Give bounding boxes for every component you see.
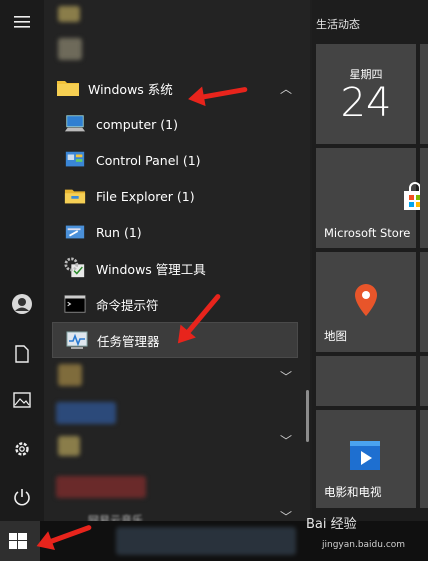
- app-item-label: Run (1): [96, 224, 142, 240]
- movies-tv-tile[interactable]: 电影和电视: [316, 410, 416, 508]
- tile-partial[interactable]: [420, 356, 428, 406]
- app-item-label: File Explorer (1): [96, 188, 195, 204]
- folder-icon: [57, 81, 79, 96]
- movies-tile-label: 电影和电视: [324, 485, 382, 499]
- blurred-app-icon: [58, 436, 80, 456]
- tile-partial[interactable]: [420, 410, 428, 508]
- command-prompt-icon: [64, 295, 86, 313]
- blurred-app-icon: [58, 38, 82, 60]
- computer-icon: [64, 115, 86, 132]
- map-pin-icon: [355, 284, 377, 316]
- app-item-label: 命令提示符: [96, 297, 159, 313]
- calendar-day: 24: [340, 80, 392, 126]
- blurred-app-icon: [56, 402, 116, 424]
- blurred-taskbar-icons: [116, 527, 296, 555]
- baidu-watermark-url: jingyan.baidu.com: [322, 540, 406, 550]
- app-item-label: computer (1): [96, 116, 178, 132]
- tile-blank[interactable]: [316, 356, 416, 406]
- start-left-rail: [0, 0, 44, 561]
- chevron-up-icon[interactable]: ︿: [280, 80, 292, 97]
- app-item-label: Control Panel (1): [96, 152, 201, 168]
- calendar-tile[interactable]: 星期四 24: [316, 44, 416, 144]
- hamburger-menu-icon[interactable]: [6, 6, 38, 38]
- chevron-down-icon[interactable]: ﹀: [280, 368, 292, 385]
- store-tile-label: Microsoft Store: [324, 226, 411, 240]
- task-manager-icon: [66, 331, 88, 349]
- app-item-label: 任务管理器: [97, 333, 160, 349]
- tile-partial[interactable]: [420, 252, 428, 352]
- folder-label: Windows 系统: [88, 81, 173, 97]
- chevron-down-icon[interactable]: ﹀: [280, 432, 292, 449]
- user-avatar-icon[interactable]: [6, 288, 38, 320]
- windows-logo-icon: [9, 533, 27, 549]
- file-explorer-icon: [64, 189, 86, 204]
- run-icon: [65, 225, 85, 239]
- tile-partial[interactable]: [420, 148, 428, 248]
- app-item-control-panel[interactable]: Control Panel (1): [44, 142, 310, 178]
- chevron-down-icon[interactable]: ﹀: [280, 508, 292, 521]
- app-item-label: Windows 管理工具: [96, 261, 206, 277]
- movies-play-icon: [350, 441, 380, 470]
- maps-tile[interactable]: 地图: [316, 252, 416, 352]
- tile-partial[interactable]: [420, 44, 428, 144]
- app-item-run[interactable]: Run (1): [44, 214, 310, 250]
- microsoft-store-tile[interactable]: Microsoft Store: [316, 148, 426, 248]
- app-item-command-prompt[interactable]: 命令提示符: [44, 286, 310, 322]
- documents-icon[interactable]: [6, 338, 38, 370]
- app-list: Windows 系统 ︿ computer (1) Control Panel …: [44, 0, 310, 521]
- app-item-admin-tools[interactable]: Windows 管理工具: [44, 250, 310, 286]
- blurred-app-icon: [56, 476, 146, 498]
- settings-gear-icon[interactable]: [6, 433, 38, 465]
- control-panel-icon: [65, 151, 85, 167]
- blurred-app-icon: [58, 364, 82, 386]
- app-list-scrollbar[interactable]: [306, 390, 309, 442]
- folder-windows-system[interactable]: Windows 系统 ︿: [44, 70, 310, 106]
- blurred-app-label: 网易云音乐: [88, 514, 143, 521]
- maps-tile-label: 地图: [324, 329, 347, 343]
- baidu-watermark: Bai 经验: [306, 517, 357, 532]
- blurred-app-icon: [58, 6, 80, 22]
- power-icon[interactable]: [6, 481, 38, 513]
- app-item-computer[interactable]: computer (1): [44, 106, 310, 142]
- app-item-file-explorer[interactable]: File Explorer (1): [44, 178, 310, 214]
- pictures-icon[interactable]: [6, 384, 38, 416]
- admin-tools-icon: [64, 257, 85, 278]
- tiles-group-header: 生活动态: [316, 18, 360, 31]
